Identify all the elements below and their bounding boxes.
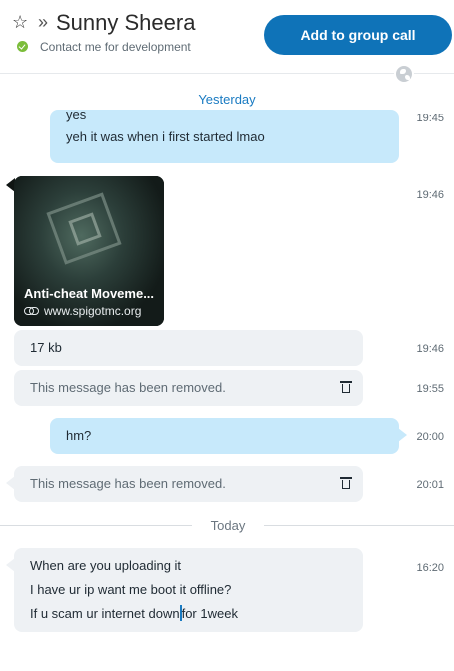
- message-bubble-outgoing[interactable]: yes yeh it was when i first started lmao: [50, 110, 399, 163]
- contact-name[interactable]: Sunny Sheera: [56, 10, 195, 36]
- trash-icon[interactable]: [340, 477, 352, 489]
- divider: [0, 525, 192, 526]
- message-line: I have ur ip want me boot it offline?: [30, 582, 232, 597]
- divider: [264, 525, 454, 526]
- link-preview-card[interactable]: Anti-cheat Moveme... www.spigotmc.org: [14, 176, 164, 326]
- message-text: hm?: [66, 428, 92, 443]
- conversation-header: ☆ » Sunny Sheera Contact me for developm…: [0, 0, 454, 74]
- message-line: When are you uploading it: [30, 558, 182, 573]
- message-bubble-outgoing[interactable]: hm?: [50, 418, 407, 454]
- link-preview-url: www.spigotmc.org: [24, 304, 141, 318]
- message-line: If u scam ur internet down for 1week: [30, 605, 238, 621]
- link-preview-title: Anti-cheat Moveme...: [24, 286, 155, 301]
- message-bubble-incoming[interactable]: When are you uploading it I have ur ip w…: [6, 548, 363, 632]
- globe-icon[interactable]: [394, 64, 414, 84]
- message-line: yes: [66, 110, 87, 122]
- message-timestamp: 16:20: [416, 562, 444, 574]
- message-timestamp: 20:01: [416, 479, 444, 491]
- date-separator-yesterday: Yesterday: [198, 92, 256, 107]
- online-status-icon: [17, 41, 28, 52]
- message-bubble-incoming[interactable]: 17 kb: [14, 330, 363, 366]
- trash-icon[interactable]: [340, 381, 352, 393]
- expand-chevron-icon[interactable]: »: [38, 12, 48, 32]
- removed-message-bubble[interactable]: This message has been removed.: [6, 466, 363, 502]
- message-timestamp: 19:45: [416, 114, 444, 124]
- message-timestamp: 19:55: [416, 383, 444, 395]
- link-icon: [24, 307, 39, 315]
- removed-message-bubble[interactable]: This message has been removed.: [14, 370, 363, 406]
- message-timestamp: 20:00: [416, 431, 444, 443]
- contact-status-text: Contact me for development: [40, 40, 191, 54]
- date-separator-today: Today: [0, 516, 454, 536]
- message-timestamp: 19:46: [416, 343, 444, 355]
- removed-message-text: This message has been removed.: [30, 476, 226, 491]
- add-to-group-call-button[interactable]: Add to group call: [264, 15, 452, 55]
- message-line: yeh it was when i first started lmao: [66, 129, 265, 144]
- removed-message-text: This message has been removed.: [30, 380, 226, 395]
- message-text: 17 kb: [30, 340, 62, 355]
- favorite-star-icon[interactable]: ☆: [12, 12, 32, 32]
- message-timestamp: 19:46: [416, 189, 444, 201]
